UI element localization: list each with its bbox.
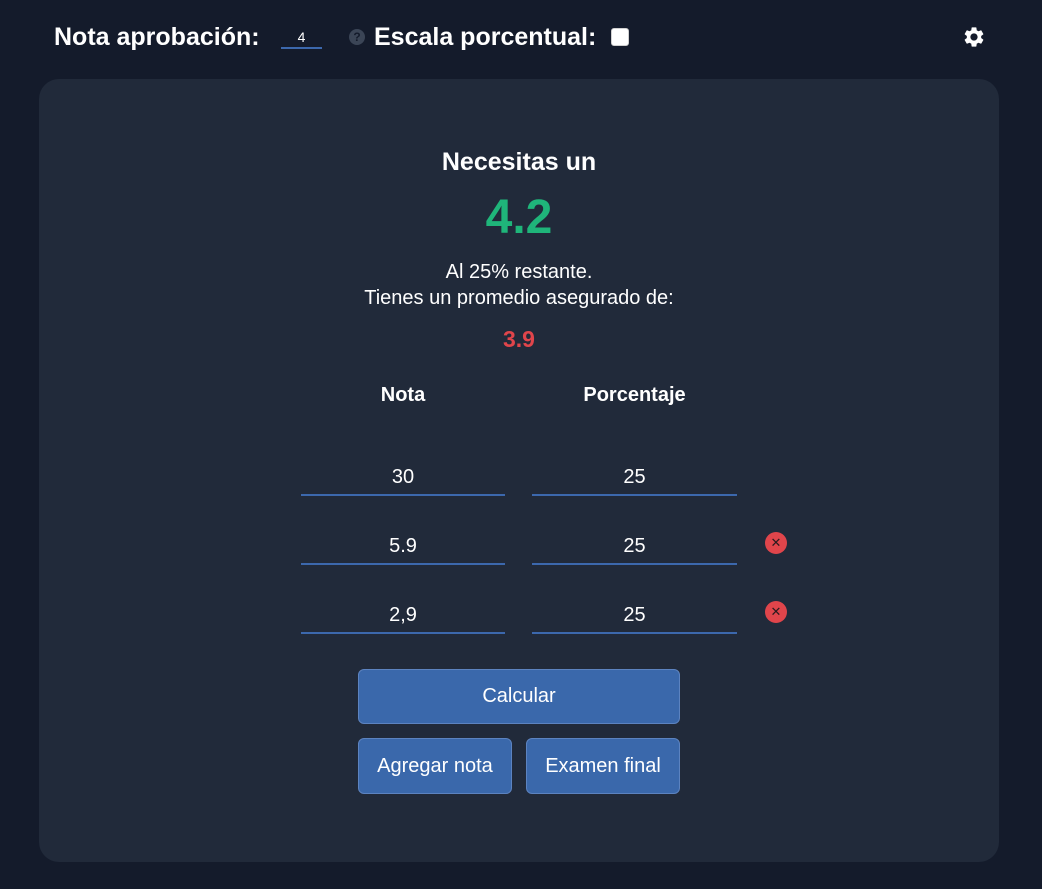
percentage-scale-checkbox[interactable] bbox=[611, 28, 629, 46]
needed-grade-value: 4.2 bbox=[485, 191, 553, 244]
grade-input[interactable] bbox=[301, 529, 505, 565]
result-title: Necesitas un bbox=[441, 148, 597, 176]
approval-grade-label: Nota aprobación: bbox=[54, 23, 260, 51]
secured-average-value: 3.9 bbox=[503, 326, 535, 352]
add-grade-button[interactable]: Agregar nota bbox=[358, 738, 512, 794]
question-circle-icon[interactable]: ? bbox=[349, 29, 365, 45]
grade-column-header: Nota bbox=[380, 384, 426, 406]
percent-input[interactable] bbox=[532, 529, 737, 565]
percent-column-header: Porcentaje bbox=[583, 384, 686, 406]
top-bar: Nota aprobación: ? Escala porcentual: bbox=[0, 0, 1042, 78]
remaining-percentage-text: Al 25% restante. bbox=[445, 261, 593, 283]
approval-grade-input[interactable] bbox=[281, 27, 322, 49]
grade-input[interactable] bbox=[301, 598, 505, 634]
grade-input[interactable] bbox=[301, 460, 505, 496]
percent-input[interactable] bbox=[532, 598, 737, 634]
percent-input[interactable] bbox=[532, 460, 737, 496]
close-circle-icon[interactable]: ✕ bbox=[765, 601, 787, 623]
close-circle-icon[interactable]: ✕ bbox=[765, 532, 787, 554]
final-exam-button[interactable]: Examen final bbox=[526, 738, 680, 794]
percentage-scale-label: Escala porcentual: bbox=[374, 23, 597, 51]
gear-icon[interactable] bbox=[962, 25, 986, 49]
secured-average-text: Tienes un promedio asegurado de: bbox=[364, 287, 674, 309]
calculate-button[interactable]: Calcular bbox=[358, 669, 680, 724]
calculator-card: Necesitas un 4.2 Al 25% restante. Tienes… bbox=[39, 79, 999, 862]
